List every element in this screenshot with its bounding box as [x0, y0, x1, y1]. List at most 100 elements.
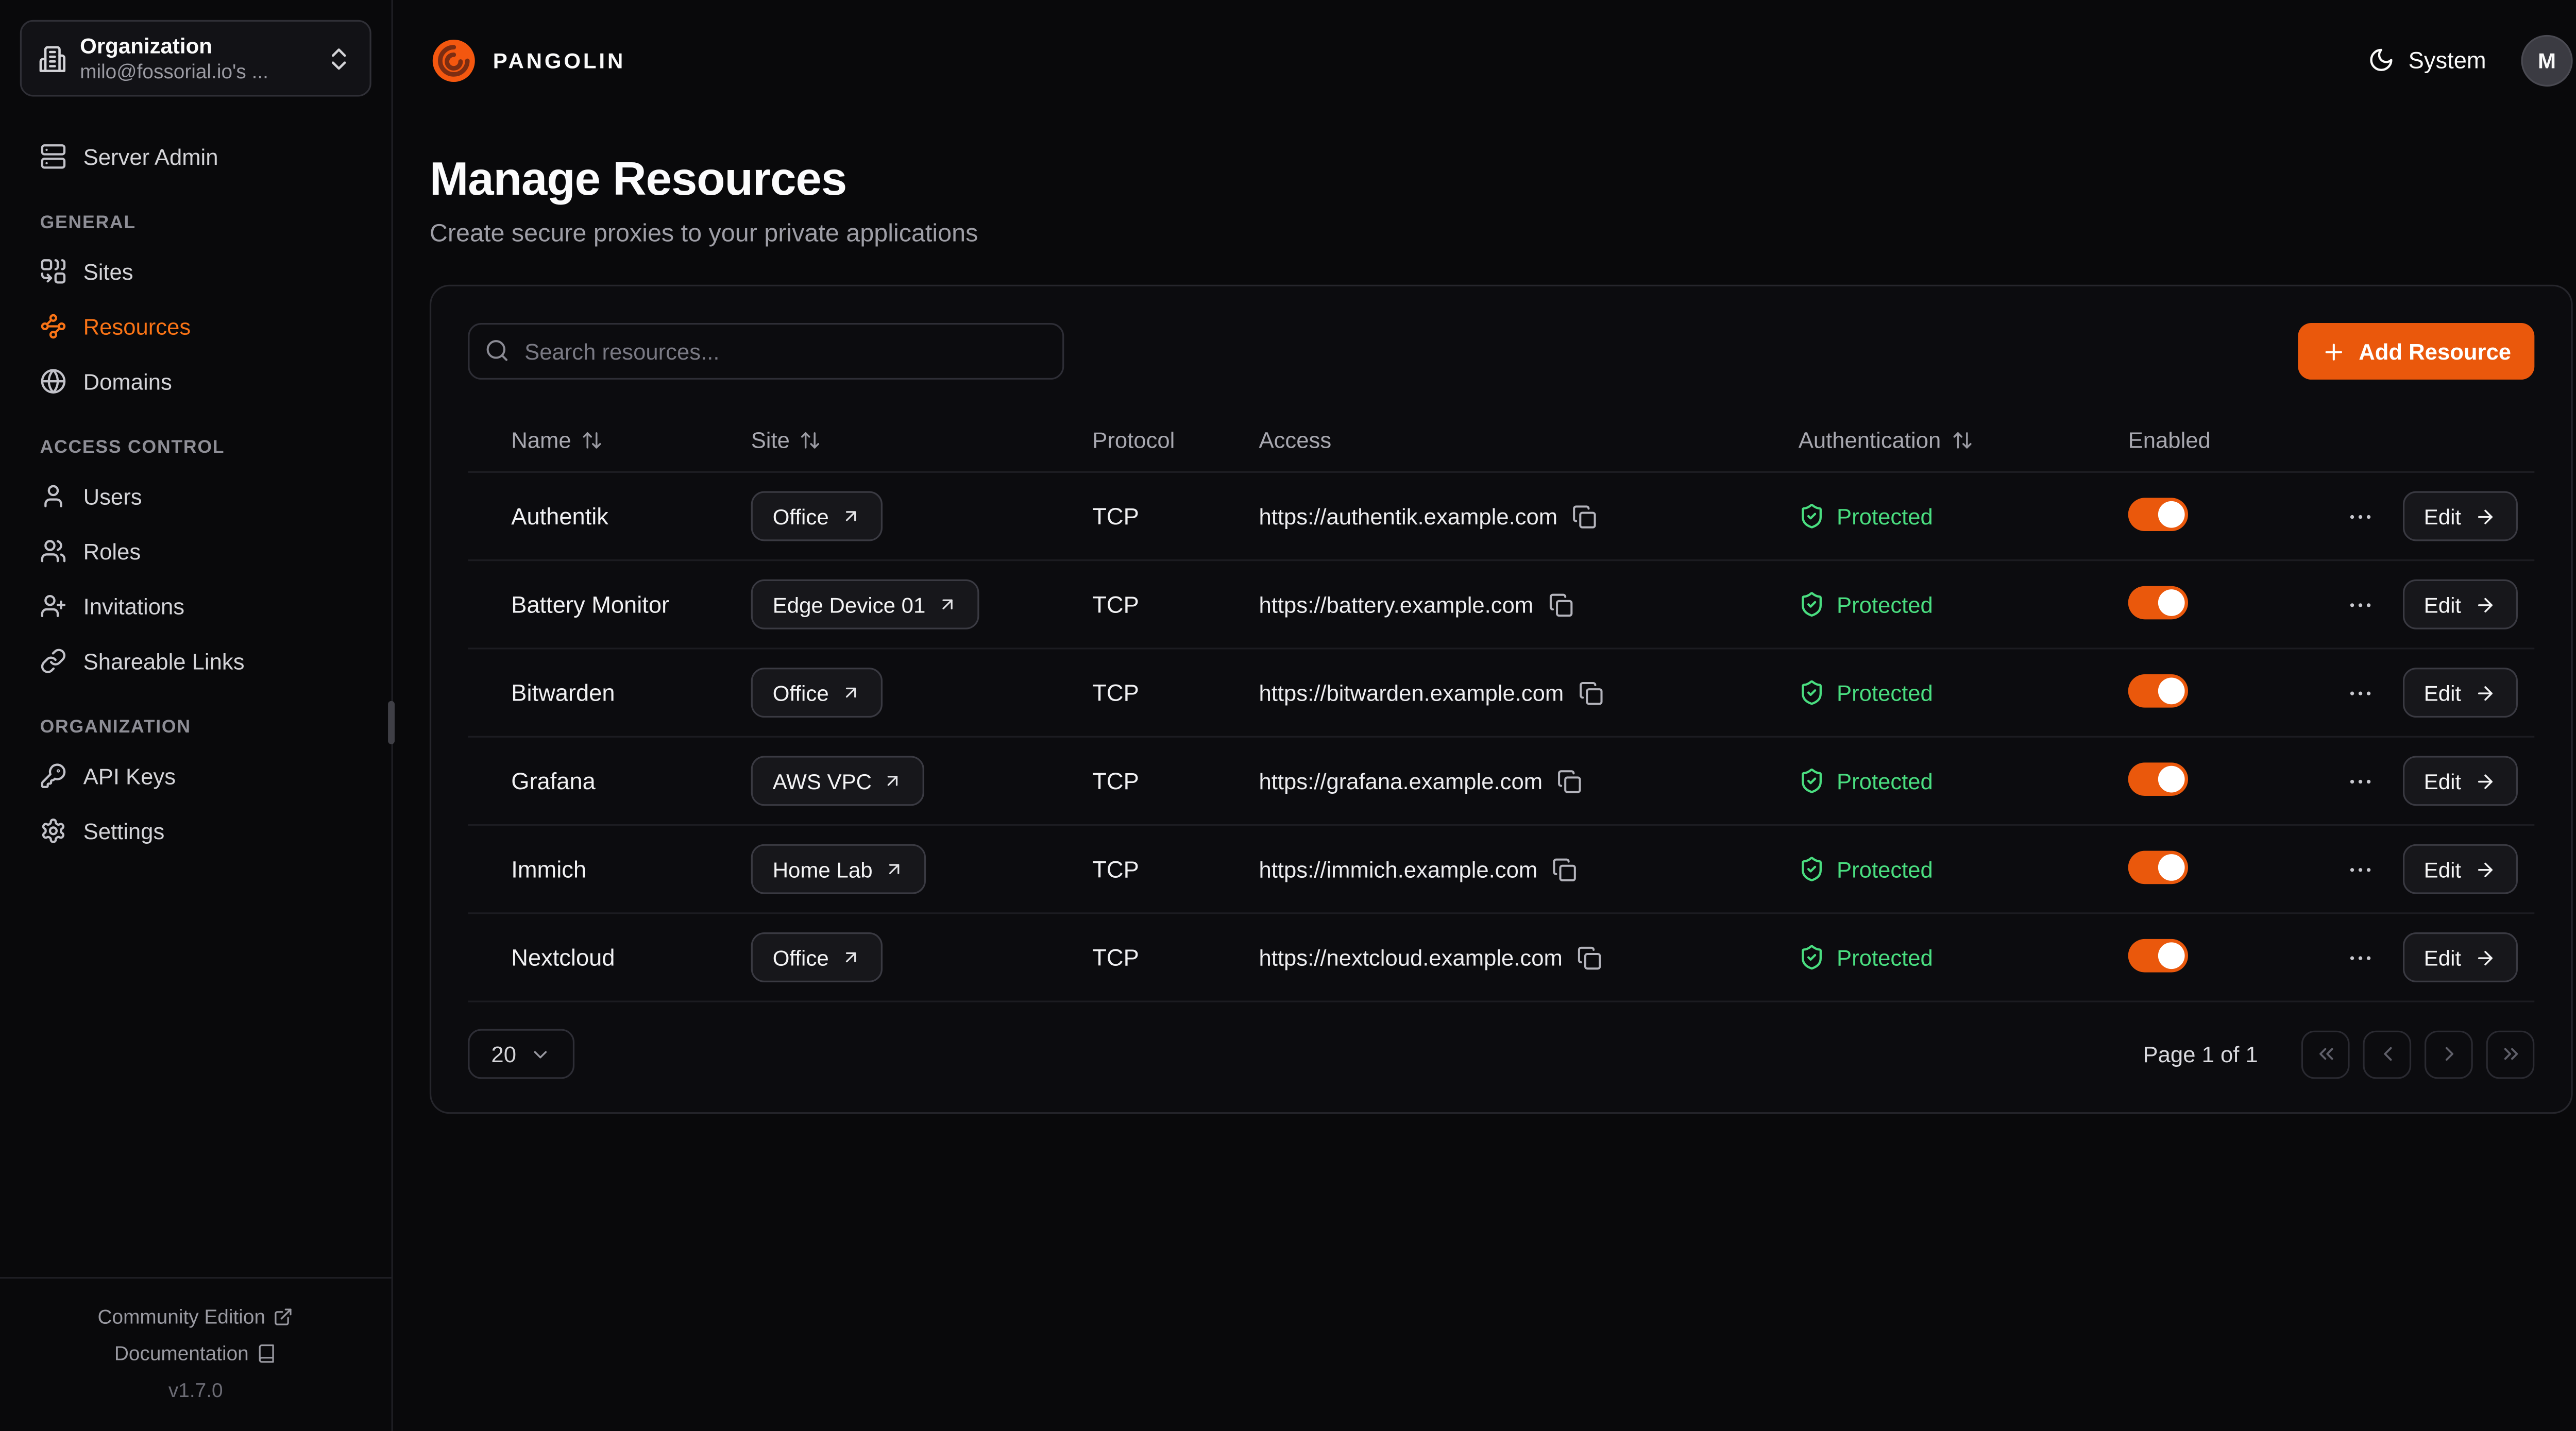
table-row: Grafana AWS VPC TCP https://grafana.exam…: [468, 738, 2534, 826]
copy-url-button[interactable]: [1552, 857, 1577, 881]
enabled-toggle[interactable]: [2128, 762, 2188, 795]
sidebar-item-label: Roles: [83, 539, 141, 564]
cell-authentication: Protected: [1799, 503, 2128, 530]
copy-url-button[interactable]: [1557, 769, 1582, 793]
cell-enabled: [2128, 585, 2325, 623]
protocol-value: TCP: [1092, 591, 1139, 618]
topbar: PANGOLIN System M: [393, 0, 2576, 120]
copy-url-button[interactable]: [1579, 680, 1603, 705]
enabled-toggle[interactable]: [2128, 850, 2188, 883]
user-icon: [40, 483, 67, 509]
sidebar-footer: Community Edition Documentation v1.7.0: [0, 1276, 392, 1431]
enabled-toggle[interactable]: [2128, 585, 2188, 619]
theme-toggle-button[interactable]: System: [2368, 46, 2486, 73]
protocol-value: TCP: [1092, 944, 1139, 971]
sidebar-item-settings[interactable]: Settings: [20, 804, 371, 857]
sort-name-button[interactable]: Name: [511, 428, 603, 453]
sidebar-item-resources[interactable]: Resources: [20, 300, 371, 353]
cell-actions: Edit: [2325, 844, 2534, 894]
row-menu-button[interactable]: [2342, 763, 2377, 798]
server-icon: [40, 143, 67, 170]
search-input[interactable]: [468, 323, 1064, 380]
arrow-up-right-icon: [840, 683, 860, 703]
sort-site-button[interactable]: Site: [751, 428, 822, 453]
enabled-toggle[interactable]: [2128, 497, 2188, 531]
edit-label: Edit: [2424, 857, 2461, 881]
sidebar-item-roles[interactable]: Roles: [20, 524, 371, 577]
chevron-down-icon: [530, 1043, 551, 1065]
resources-card: Add Resource Name Site: [430, 285, 2573, 1114]
sidebar-resize-handle[interactable]: [388, 701, 395, 744]
theme-label: System: [2409, 46, 2486, 73]
site-link-button[interactable]: Office: [751, 668, 882, 718]
edit-button[interactable]: Edit: [2402, 580, 2518, 629]
copy-url-button[interactable]: [1548, 592, 1573, 617]
row-menu-button[interactable]: [2342, 587, 2377, 622]
sidebar-item-sites[interactable]: Sites: [20, 245, 371, 298]
organization-icon: [38, 44, 66, 73]
row-menu-button[interactable]: [2342, 499, 2377, 534]
edit-button[interactable]: Edit: [2402, 756, 2518, 806]
authentication-status: Protected: [1837, 592, 1933, 617]
enabled-toggle[interactable]: [2128, 673, 2188, 707]
copy-icon: [1579, 680, 1603, 705]
sidebar-section-access-control: ACCESS CONTROL: [20, 438, 371, 458]
toggle-knob: [2158, 589, 2185, 616]
site-link-button[interactable]: Office: [751, 932, 882, 982]
site-link-button[interactable]: AWS VPC: [751, 756, 925, 806]
link-icon: [40, 648, 67, 674]
row-menu-button[interactable]: [2342, 940, 2377, 975]
gear-icon: [40, 817, 67, 844]
copy-icon: [1548, 592, 1573, 617]
page-size-select[interactable]: 20: [468, 1029, 574, 1079]
arrow-right-icon: [2475, 946, 2496, 968]
next-page-button[interactable]: [2425, 1030, 2473, 1078]
row-menu-button[interactable]: [2342, 851, 2377, 887]
site-link-button[interactable]: Home Lab: [751, 844, 926, 894]
globe-icon: [40, 368, 67, 395]
sidebar: Organization milo@fossorial.io's ... Ser…: [0, 0, 393, 1431]
access-url: https://immich.example.com: [1259, 857, 1537, 881]
edit-button[interactable]: Edit: [2402, 668, 2518, 718]
copy-url-button[interactable]: [1578, 945, 1602, 969]
edit-button[interactable]: Edit: [2402, 932, 2518, 982]
documentation-link[interactable]: Documentation: [114, 1335, 277, 1371]
cell-enabled: [2128, 850, 2325, 888]
row-menu-button[interactable]: [2342, 675, 2377, 710]
pangolin-logo: [430, 36, 478, 84]
sidebar-item-api-keys[interactable]: API Keys: [20, 749, 371, 802]
site-link-button[interactable]: Edge Device 01: [751, 580, 979, 629]
cell-authentication: Protected: [1799, 679, 2128, 706]
sidebar-item-domains[interactable]: Domains: [20, 354, 371, 407]
first-page-button[interactable]: [2301, 1030, 2350, 1078]
column-header-enabled: Enabled: [2128, 428, 2211, 453]
cell-access: https://bitwarden.example.com: [1259, 680, 1798, 705]
avatar[interactable]: M: [2521, 34, 2572, 86]
user-plus-icon: [40, 593, 67, 620]
community-edition-link[interactable]: Community Edition: [98, 1298, 294, 1334]
resources-table: Name Site Protocol Access: [468, 410, 2534, 1002]
brand-name: PANGOLIN: [493, 47, 625, 72]
site-link-button[interactable]: Office: [751, 491, 882, 541]
org-switcher[interactable]: Organization milo@fossorial.io's ...: [20, 20, 371, 97]
org-switcher-title: Organization: [80, 32, 311, 59]
protocol-value: TCP: [1092, 503, 1139, 530]
previous-page-button[interactable]: [2363, 1030, 2411, 1078]
enabled-toggle[interactable]: [2128, 938, 2188, 972]
sidebar-item-shareable-links[interactable]: Shareable Links: [20, 634, 371, 687]
column-header-name: Name: [511, 428, 571, 453]
sidebar-item-users[interactable]: Users: [20, 469, 371, 522]
edit-button[interactable]: Edit: [2402, 491, 2518, 541]
key-icon: [40, 762, 67, 789]
edit-button[interactable]: Edit: [2402, 844, 2518, 894]
arrow-up-right-icon: [937, 594, 957, 615]
last-page-button[interactable]: [2486, 1030, 2535, 1078]
sort-authentication-button[interactable]: Authentication: [1799, 428, 1973, 453]
add-resource-button[interactable]: Add Resource: [2299, 323, 2534, 380]
copy-url-button[interactable]: [1572, 504, 1597, 529]
sidebar-item-invitations[interactable]: Invitations: [20, 580, 371, 633]
site-name: Edge Device 01: [773, 592, 926, 617]
arrow-right-icon: [2475, 858, 2496, 880]
sidebar-item-server-admin[interactable]: Server Admin: [20, 130, 371, 183]
ellipsis-icon: [2346, 943, 2374, 972]
